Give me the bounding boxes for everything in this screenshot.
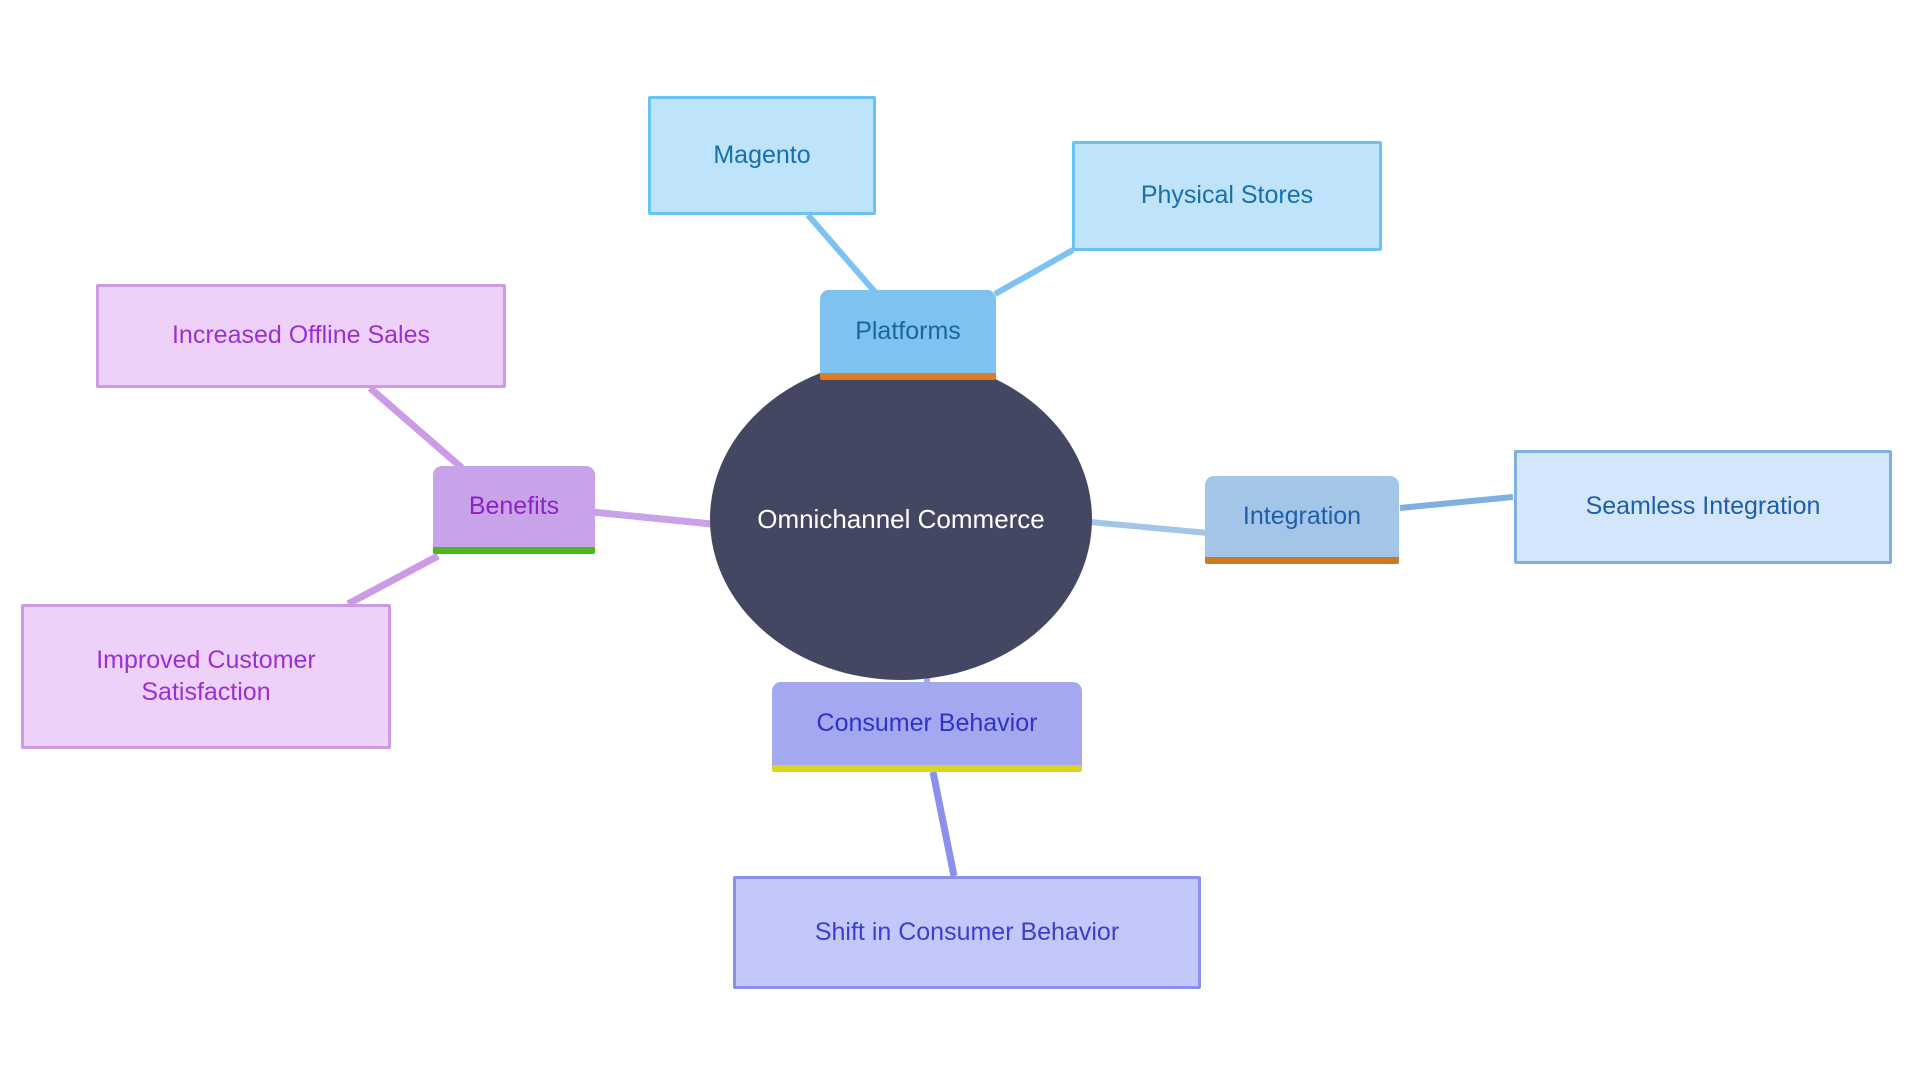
- leaf-node-label: Increased Offline Sales: [171, 321, 431, 350]
- edge-platforms-magento: [805, 213, 878, 294]
- branch-node-benefits[interactable]: Benefits: [433, 466, 595, 554]
- branch-node-label: Platforms: [855, 316, 961, 345]
- leaf-node-label: Magento: [713, 140, 811, 169]
- edge-root-benefits: [591, 508, 713, 528]
- edge-platforms-physical: [993, 247, 1075, 297]
- edge-benefits-satisfaction: [346, 552, 440, 608]
- leaf-node-increased-offline-sales[interactable]: Increased Offline Sales: [96, 284, 506, 388]
- mindmap-canvas: Omnichannel Commerce Platforms Benefits Int…: [0, 0, 1920, 1080]
- edge-benefits-offline: [367, 385, 465, 471]
- branch-node-label: Consumer Behavior: [816, 708, 1038, 737]
- edge-root-integration: [1089, 519, 1209, 536]
- leaf-node-label: Physical Stores: [1140, 181, 1314, 210]
- leaf-node-physical-stores[interactable]: Physical Stores: [1072, 141, 1382, 251]
- leaf-node-shift-in-consumer-behavior[interactable]: Shift in Consumer Behavior: [733, 876, 1201, 989]
- leaf-node-label: Improved Customer Satisfaction: [96, 646, 316, 706]
- branch-node-platforms[interactable]: Platforms: [820, 290, 996, 380]
- root-node-label: Omnichannel Commerce: [757, 503, 1045, 534]
- branch-node-integration[interactable]: Integration: [1205, 476, 1399, 564]
- leaf-node-improved-customer-satisfaction[interactable]: Improved Customer Satisfaction: [21, 604, 391, 749]
- edge-integration-seamless: [1399, 494, 1514, 511]
- leaf-node-magento[interactable]: Magento: [648, 96, 876, 215]
- branch-node-consumer-behavior[interactable]: Consumer Behavior: [772, 682, 1082, 772]
- edge-consumer-shift: [929, 771, 958, 877]
- leaf-node-label: Seamless Integration: [1585, 492, 1821, 521]
- root-node-root[interactable]: Omnichannel Commerce: [710, 358, 1092, 680]
- branch-node-label: Integration: [1242, 501, 1362, 530]
- branch-node-label: Benefits: [468, 491, 560, 520]
- leaf-node-label: Shift in Consumer Behavior: [814, 917, 1120, 946]
- leaf-node-seamless-integration[interactable]: Seamless Integration: [1514, 450, 1892, 564]
